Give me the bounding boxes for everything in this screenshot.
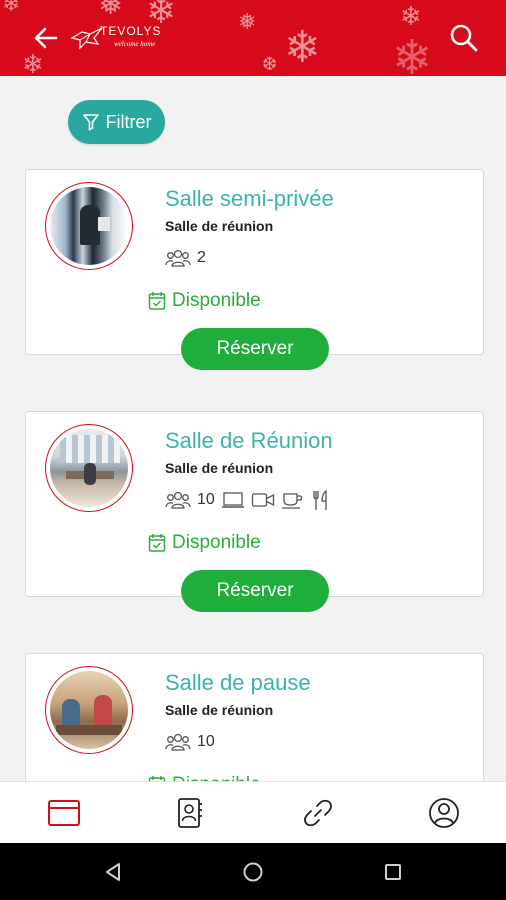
arrow-left-icon [34, 27, 58, 49]
nav-links[interactable] [298, 794, 338, 832]
system-back-button[interactable] [98, 857, 128, 887]
snowflake-icon: ❄ [392, 30, 433, 76]
video-camera-icon [251, 493, 274, 507]
room-equipment: 2 [165, 246, 206, 270]
room-photo [45, 182, 133, 270]
people-icon [165, 249, 191, 267]
bird-logo-icon [70, 27, 103, 50]
back-triangle-icon [106, 863, 120, 881]
room-capacity: 10 [197, 491, 215, 508]
nav-contacts[interactable] [170, 794, 210, 832]
back-button[interactable] [26, 18, 66, 58]
logo-text: TEVOLYS [100, 24, 162, 38]
calendar-check-icon [148, 292, 166, 310]
filter-icon [82, 114, 99, 131]
status-label: Disponible [172, 532, 261, 553]
snowflake-icon: ❅ [238, 10, 257, 35]
room-image [50, 187, 128, 265]
room-title: Salle de Réunion [165, 428, 333, 453]
reserve-button[interactable]: Réserver [181, 570, 329, 612]
room-title: Salle de pause [165, 670, 311, 695]
room-capacity: 2 [197, 249, 206, 266]
room-image [50, 671, 128, 749]
system-navigation-bar [0, 843, 506, 900]
room-type: Salle de réunion [165, 702, 274, 718]
snowflake-icon: ❆ [262, 54, 278, 75]
contacts-icon [178, 798, 202, 828]
room-card[interactable]: Salle semi-privée Salle de réunion 2 Dis… [25, 169, 484, 370]
coffee-icon [281, 493, 302, 509]
link-icon [304, 799, 332, 827]
recents-square-icon [385, 864, 401, 880]
snowflake-icon: ❄ [400, 2, 422, 32]
screen-icon [221, 492, 244, 508]
snowflake-icon: ❄ [2, 0, 21, 17]
snowflake-icon: ❅ [98, 0, 124, 22]
reserve-button[interactable]: Réserver [181, 328, 329, 370]
room-status: Disponible [148, 290, 261, 312]
brand-logo: TEVOLYS welcome home [70, 20, 180, 60]
calendar-icon [48, 800, 80, 826]
room-card[interactable]: Salle de Réunion Salle de réunion 10 Dis… [25, 411, 484, 612]
room-image [50, 429, 128, 507]
search-button[interactable] [444, 18, 484, 58]
people-icon [165, 491, 191, 509]
room-photo [45, 666, 133, 754]
room-type: Salle de réunion [165, 460, 274, 476]
snowflake-icon: ❄ [284, 22, 321, 73]
logo-tagline: welcome home [114, 40, 156, 48]
system-recents-button[interactable] [378, 857, 408, 887]
app-header: ❄ ❄ ❅ ❄ ❅ ❄ ❆ ❄ ❄ TEVOLYS welcome home [0, 0, 506, 76]
room-equipment: 10 [165, 730, 215, 754]
home-circle-icon [243, 862, 263, 882]
nav-calendar[interactable] [44, 794, 84, 832]
people-icon [165, 733, 191, 751]
calendar-check-icon [148, 534, 166, 552]
room-capacity: 10 [197, 733, 215, 750]
room-equipment: 10 [165, 488, 331, 512]
nav-profile[interactable] [424, 794, 464, 832]
cutlery-icon [313, 489, 327, 510]
room-title: Salle semi-privée [165, 186, 334, 211]
bottom-navigation [0, 781, 506, 843]
filter-label: Filtrer [105, 111, 152, 132]
system-home-button[interactable] [238, 857, 268, 887]
room-photo [45, 424, 133, 512]
search-icon [450, 24, 478, 52]
filter-button[interactable]: Filtrer [68, 100, 165, 144]
profile-icon [429, 798, 459, 828]
room-status: Disponible [148, 532, 261, 554]
status-label: Disponible [172, 290, 261, 311]
room-type: Salle de réunion [165, 218, 274, 234]
